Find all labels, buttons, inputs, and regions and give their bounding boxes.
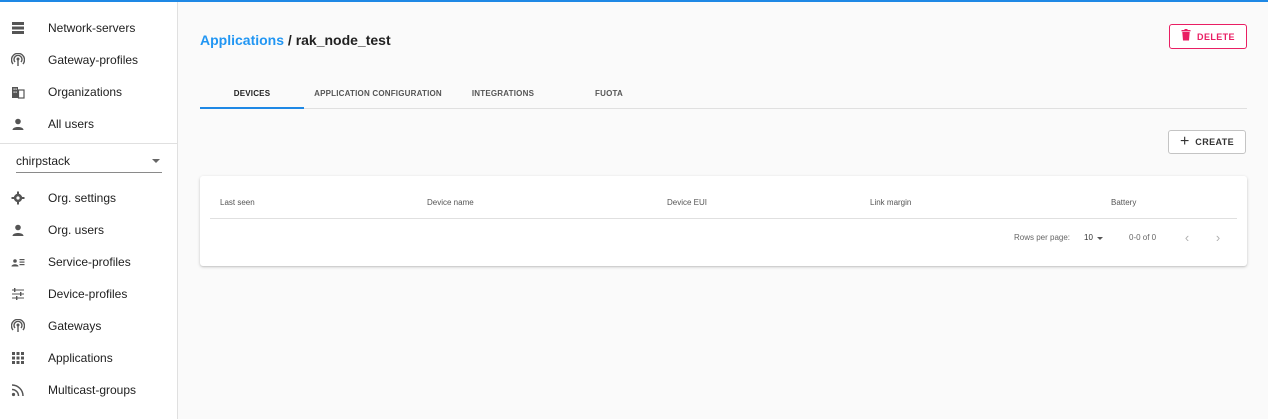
trash-icon: [1181, 28, 1191, 46]
page-title: rak_node_test: [295, 32, 391, 48]
create-button-label: CREATE: [1195, 137, 1235, 147]
column-header-device-name[interactable]: Device name: [427, 198, 474, 207]
sidebar: Network-servers Gateway-profiles Organiz…: [0, 2, 178, 419]
sidebar-divider: [0, 143, 178, 144]
tab-bar: DEVICES APPLICATION CONFIGURATION INTEGR…: [200, 78, 1247, 109]
sidebar-item-all-users[interactable]: All users: [0, 108, 178, 140]
create-button[interactable]: + CREATE: [1168, 130, 1246, 154]
sidebar-item-label: Network-servers: [48, 21, 136, 35]
previous-page-button[interactable]: ‹: [1181, 231, 1193, 245]
devices-table: Last seen Device name Device EUI Link ma…: [200, 176, 1247, 266]
breadcrumb: Applications / rak_node_test: [200, 32, 391, 48]
column-header-battery[interactable]: Battery: [1111, 198, 1136, 207]
tab-integrations[interactable]: INTEGRATIONS: [452, 78, 554, 109]
column-header-link-margin[interactable]: Link margin: [870, 198, 911, 207]
tab-application-configuration[interactable]: APPLICATION CONFIGURATION: [304, 78, 452, 109]
rows-per-page-label: Rows per page:: [1014, 233, 1071, 242]
top-accent-bar: [0, 0, 1268, 2]
server-icon: [9, 19, 27, 37]
sidebar-item-label: All users: [48, 117, 95, 131]
sidebar-item-label: Applications: [48, 351, 113, 365]
delete-button[interactable]: DELETE: [1169, 24, 1247, 49]
next-page-button[interactable]: ›: [1212, 231, 1224, 245]
sidebar-item-multicast-groups[interactable]: Multicast-groups: [0, 374, 178, 406]
breadcrumb-applications-link[interactable]: Applications: [200, 32, 284, 48]
chevron-down-icon: [152, 159, 160, 163]
building-icon: [9, 83, 27, 101]
rows-per-page-select[interactable]: 10: [1084, 231, 1106, 245]
sidebar-item-label: Multicast-groups: [48, 383, 137, 397]
user-list-icon: [9, 253, 27, 271]
organization-select-value: chirpstack: [16, 154, 71, 168]
radio-tower-icon: [9, 317, 27, 335]
gear-icon: [9, 189, 27, 207]
sidebar-item-label: Org. users: [48, 223, 105, 237]
pagination-range: 0-0 of 0: [1129, 233, 1157, 242]
column-header-last-seen[interactable]: Last seen: [220, 198, 255, 207]
sidebar-item-label: Service-profiles: [48, 255, 131, 269]
sidebar-item-service-profiles[interactable]: Service-profiles: [0, 246, 178, 278]
sidebar-item-label: Organizations: [48, 85, 123, 99]
rss-icon: [9, 381, 27, 399]
sidebar-item-network-servers[interactable]: Network-servers: [0, 12, 178, 44]
user-icon: [9, 221, 27, 239]
chevron-down-icon: [1097, 237, 1103, 240]
sidebar-item-org-settings[interactable]: Org. settings: [0, 182, 178, 214]
organization-select[interactable]: chirpstack: [16, 151, 162, 173]
user-icon: [9, 115, 27, 133]
sidebar-item-label: Device-profiles: [48, 287, 128, 301]
apps-grid-icon: [9, 349, 27, 367]
sidebar-item-gateways[interactable]: Gateways: [0, 310, 178, 342]
active-tab-indicator: [200, 107, 304, 109]
sidebar-item-label: Gateways: [48, 319, 102, 333]
breadcrumb-separator: /: [287, 32, 292, 48]
sidebar-item-label: Org. settings: [48, 191, 117, 205]
plus-icon: +: [1179, 133, 1190, 150]
sidebar-item-applications[interactable]: Applications: [0, 342, 178, 374]
tab-fuota[interactable]: FUOTA: [558, 78, 660, 109]
sidebar-item-org-users[interactable]: Org. users: [0, 214, 178, 246]
delete-button-label: DELETE: [1197, 31, 1235, 42]
sidebar-item-label: Gateway-profiles: [48, 53, 139, 67]
sliders-icon: [9, 285, 27, 303]
table-header-divider: [210, 218, 1237, 219]
sidebar-item-gateway-profiles[interactable]: Gateway-profiles: [0, 44, 178, 76]
rows-per-page-value: 10: [1084, 233, 1093, 242]
radio-tower-icon: [9, 51, 27, 69]
sidebar-item-device-profiles[interactable]: Device-profiles: [0, 278, 178, 310]
sidebar-item-organizations[interactable]: Organizations: [0, 76, 178, 108]
tab-devices[interactable]: DEVICES: [200, 78, 304, 109]
column-header-device-eui[interactable]: Device EUI: [667, 198, 707, 207]
